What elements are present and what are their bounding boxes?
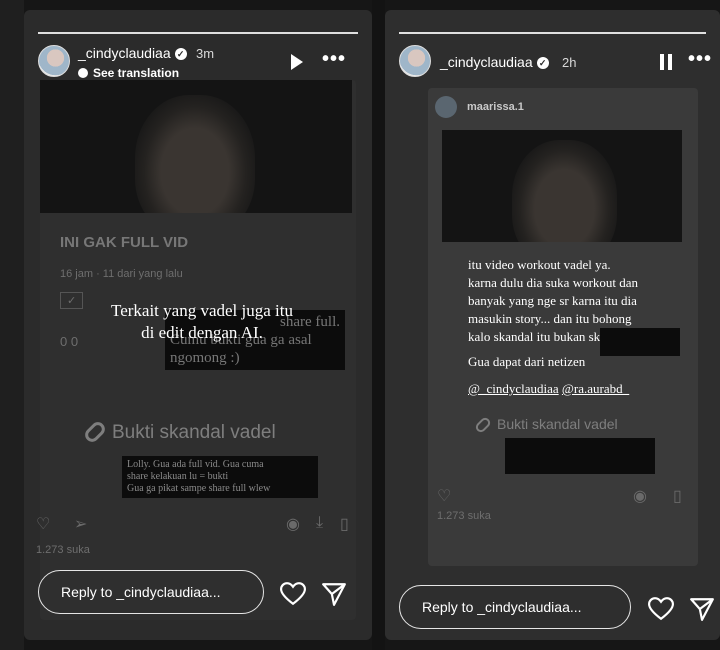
avatar[interactable] — [399, 45, 431, 77]
story-progress-bar — [399, 32, 706, 34]
link-icon — [82, 419, 108, 445]
post-photo — [442, 130, 682, 242]
reply-input[interactable]: Reply to _cindyclaudiaa... — [399, 585, 631, 629]
caption-line: itu video workout vadel ya. — [468, 257, 611, 272]
username[interactable]: _cindyclaudiaa ✓ — [440, 54, 549, 70]
story-divider — [372, 0, 385, 650]
username[interactable]: _cindyclaudiaa ✓ — [78, 45, 187, 61]
more-options-icon[interactable]: ••• — [322, 48, 346, 71]
caption-line: di edit dengan AI. — [141, 323, 263, 342]
black-note-line: ngomong :) — [170, 350, 240, 366]
caption-line: masukin story... dan itu bohong — [468, 311, 632, 326]
send-icon[interactable] — [689, 597, 715, 621]
likes-count: 1.273 suka — [437, 510, 491, 522]
post-meta: 16 jam · 11 dari yang lalu — [60, 268, 183, 280]
shared-username: maarissa.1 — [467, 101, 524, 113]
link-icon — [473, 415, 493, 435]
dim-heart-icon: ♡ — [36, 516, 51, 533]
bukti-note-line: Lolly. Gua ada full vid. Gua cuma — [127, 459, 264, 470]
mention-link[interactable]: @_cindyclaudiaa — [468, 381, 559, 396]
bukti-link: Bukti skandal vadel — [473, 415, 618, 435]
pause-icon[interactable] — [660, 54, 672, 70]
story-panel-right[interactable]: _cindyclaudiaa ✓ 2h ••• maarissa.1 itu vi… — [385, 10, 720, 640]
caption-line: karna dulu dia suka workout dan — [468, 275, 639, 290]
post-time: 2h — [562, 55, 577, 70]
translate-icon — [78, 68, 88, 78]
post-title: INI GAK FULL VID — [60, 234, 189, 251]
dim-send-icon: ➢ — [74, 516, 88, 533]
black-note-box — [600, 328, 680, 356]
likes-count: 1.273 suka — [36, 544, 90, 556]
bukti-note-box: Lolly. Gua ada full vid. Gua cuma share … — [122, 456, 318, 498]
post-time: 3m — [196, 46, 215, 61]
more-options-icon[interactable]: ••• — [688, 48, 712, 71]
shared-avatar — [435, 96, 457, 118]
bukti-link: Bukti skandal vadel — [82, 419, 276, 445]
story-caption-overlay: Terkait yang vadel juga itu di edit deng… — [72, 300, 332, 344]
see-translation-link[interactable]: See translation — [78, 66, 179, 80]
dim-eye-icon: ◉ — [633, 488, 647, 505]
verified-icon: ✓ — [174, 48, 187, 60]
mention-link[interactable]: @ra.aurabd_ — [562, 381, 629, 396]
send-icon[interactable] — [321, 582, 347, 606]
story-panel-left[interactable]: _cindyclaudiaa ✓ 3m See translation ••• I… — [24, 10, 372, 640]
reply-input[interactable]: Reply to _cindyclaudiaa... — [38, 570, 264, 614]
left-gutter — [0, 0, 24, 650]
avatar[interactable] — [38, 45, 70, 77]
mentions: @_cindyclaudiaa @ra.aurabd_ — [468, 380, 629, 398]
bukti-note-line: share kelakuan lu = bukti — [127, 471, 229, 482]
story-progress-bar — [38, 32, 358, 34]
dim-eye-icon: ◉ — [286, 516, 300, 533]
bukti-note-box — [505, 438, 655, 474]
heart-icon[interactable] — [648, 597, 674, 621]
dim-heart-icon: ♡ — [437, 488, 452, 505]
dim-download-icon: ⤓ — [316, 514, 324, 531]
bukti-note-line: Gua ga pikat sampe share full wlew — [127, 483, 271, 494]
caption-line: Terkait yang vadel juga itu — [111, 301, 293, 320]
face-image — [135, 95, 255, 213]
dim-bookmark-icon: ▯ — [673, 488, 682, 505]
dim-bookmark-icon: ▯ — [340, 516, 349, 533]
caption-line: banyak yang nge sr karna itu dia — [468, 293, 637, 308]
play-icon[interactable] — [291, 54, 303, 70]
post-photo — [40, 80, 352, 213]
face-image — [512, 140, 617, 242]
verified-icon: ✓ — [536, 57, 549, 69]
heart-icon[interactable] — [280, 582, 306, 606]
